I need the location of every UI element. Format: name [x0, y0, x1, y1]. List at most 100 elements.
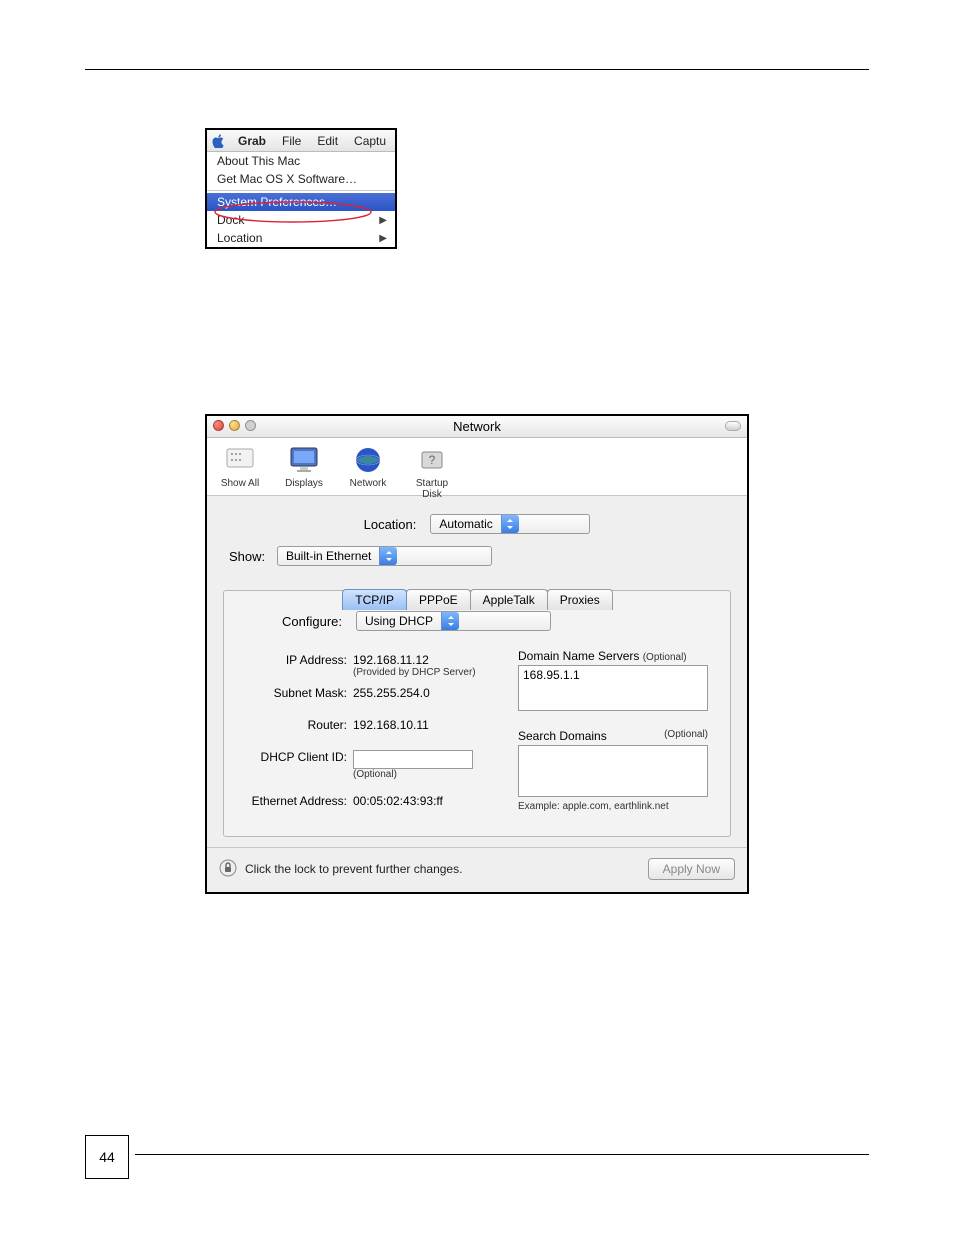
window-footer: Click the lock to prevent further change… — [207, 847, 747, 892]
chevron-updown-icon — [379, 547, 397, 565]
menubar: Grab File Edit Captu — [207, 130, 395, 152]
location-row: Location: Automatic — [217, 506, 737, 546]
ip-address-value: 192.168.11.12 — [353, 653, 476, 667]
toolbar-label: Network — [343, 478, 393, 489]
close-button[interactable] — [213, 420, 224, 431]
tab-appletalk[interactable]: AppleTalk — [470, 589, 548, 610]
router-value: 192.168.10.11 — [353, 718, 429, 732]
chevron-updown-icon — [501, 515, 519, 533]
page-number: 44 — [85, 1135, 129, 1179]
menu-separator — [207, 190, 395, 191]
select-value: Automatic — [439, 517, 492, 531]
menubar-item-capture[interactable]: Captu — [346, 134, 394, 148]
toolbar-show-all[interactable]: Show All — [215, 444, 265, 489]
apple-menu-figure: Grab File Edit Captu About This Mac Get … — [205, 128, 397, 249]
toolbar-label: Show All — [215, 478, 265, 489]
show-row: Show: Built-in Ethernet — [217, 546, 737, 576]
menu-about-this-mac[interactable]: About This Mac — [207, 152, 395, 170]
tcpip-panel: Configure: Using DHCP IP Address: 192.16… — [223, 590, 731, 837]
dhcp-client-id-input[interactable] — [353, 750, 473, 769]
ethernet-address-value: 00:05:02:43:93:ff — [353, 794, 443, 808]
show-label: Show: — [229, 549, 269, 564]
router-label: Router: — [238, 718, 353, 732]
network-preferences-window: Network Show All Displays Network ? St — [205, 414, 749, 894]
toolbar-toggle-button[interactable] — [725, 421, 741, 431]
dhcp-client-id-label: DHCP Client ID: — [238, 750, 353, 764]
menu-location[interactable]: Location ▶ — [207, 229, 395, 247]
ip-address-note: (Provided by DHCP Server) — [353, 667, 476, 678]
page-header-rule — [85, 40, 869, 70]
menubar-item-file[interactable]: File — [274, 134, 309, 148]
menu-item-label: Dock — [217, 213, 244, 227]
subnet-mask-row: Subnet Mask: 255.255.254.0 — [238, 682, 498, 704]
tab-pppoe[interactable]: PPPoE — [406, 589, 471, 610]
minimize-button[interactable] — [229, 420, 240, 431]
menu-item-label: Location — [217, 231, 262, 245]
apply-now-button[interactable]: Apply Now — [648, 858, 735, 880]
subnet-mask-label: Subnet Mask: — [238, 686, 353, 700]
tab-tcpip[interactable]: TCP/IP — [342, 589, 407, 610]
configure-select[interactable]: Using DHCP — [356, 611, 551, 631]
menu-system-preferences[interactable]: System Preferences… — [207, 193, 395, 211]
apple-menu-dropdown: About This Mac Get Mac OS X Software… Sy… — [207, 152, 395, 247]
menubar-item-edit[interactable]: Edit — [309, 134, 346, 148]
apple-logo-icon[interactable] — [212, 133, 226, 149]
left-column: IP Address: 192.168.11.12 (Provided by D… — [238, 649, 498, 812]
window-titlebar: Network — [207, 416, 747, 438]
menu-get-osx-software[interactable]: Get Mac OS X Software… — [207, 170, 395, 188]
ip-address-row: IP Address: 192.168.11.12 (Provided by D… — [238, 649, 498, 682]
select-value: Built-in Ethernet — [286, 549, 371, 563]
ethernet-address-label: Ethernet Address: — [238, 794, 353, 808]
toolbar-network[interactable]: Network — [343, 444, 393, 489]
subnet-mask-value: 255.255.254.0 — [353, 686, 430, 700]
search-domains-text: Search Domains — [518, 729, 607, 743]
lock-icon[interactable] — [219, 859, 237, 880]
chevron-right-icon: ▶ — [379, 215, 387, 226]
search-domains-optional-text: (Optional) — [664, 729, 708, 743]
tabs-container: TCP/IP PPPoE AppleTalk Proxies Configure… — [223, 590, 731, 837]
startup-disk-icon: ? — [416, 444, 448, 476]
router-row: Router: 192.168.10.11 — [238, 704, 498, 736]
right-column: Domain Name Servers (Optional) 168.95.1.… — [518, 649, 716, 812]
configure-label: Configure: — [278, 614, 348, 629]
lock-row: Click the lock to prevent further change… — [219, 859, 462, 880]
show-select[interactable]: Built-in Ethernet — [277, 546, 492, 566]
display-icon — [288, 444, 320, 476]
network-globe-icon — [352, 444, 384, 476]
tcpip-columns: IP Address: 192.168.11.12 (Provided by D… — [238, 649, 716, 812]
location-select[interactable]: Automatic — [430, 514, 590, 534]
select-value: Using DHCP — [365, 614, 433, 628]
tab-proxies[interactable]: Proxies — [547, 589, 613, 610]
dhcp-client-id-row: DHCP Client ID: (Optional) — [238, 736, 498, 784]
dns-label-text: Domain Name Servers — [518, 649, 639, 663]
chevron-updown-icon — [441, 612, 459, 630]
configure-row: Configure: Using DHCP — [238, 609, 716, 649]
lock-text: Click the lock to prevent further change… — [245, 862, 462, 876]
page-footer-rule — [135, 1154, 869, 1155]
dns-optional-text: (Optional) — [643, 652, 687, 663]
dhcp-client-id-note: (Optional) — [353, 769, 473, 780]
ip-address-label: IP Address: — [238, 653, 353, 667]
menu-dock[interactable]: Dock ▶ — [207, 211, 395, 229]
show-all-icon — [224, 444, 256, 476]
prefs-toolbar: Show All Displays Network ? Startup Disk — [207, 438, 747, 496]
content-area: Location: Automatic Show: Built-in Ether… — [207, 496, 747, 847]
tab-strip: TCP/IP PPPoE AppleTalk Proxies — [223, 588, 731, 609]
toolbar-displays[interactable]: Displays — [279, 444, 329, 489]
dns-servers-label: Domain Name Servers (Optional) — [518, 649, 716, 663]
zoom-button[interactable] — [245, 420, 256, 431]
window-controls — [213, 420, 256, 431]
chevron-right-icon: ▶ — [379, 233, 387, 244]
toolbar-label: Displays — [279, 478, 329, 489]
menu-item-label: Get Mac OS X Software… — [217, 172, 357, 186]
menu-item-label: System Preferences… — [217, 195, 337, 209]
toolbar-startup-disk[interactable]: ? Startup Disk — [407, 444, 457, 500]
ethernet-address-row: Ethernet Address: 00:05:02:43:93:ff — [238, 784, 498, 812]
menubar-item-grab[interactable]: Grab — [230, 134, 274, 148]
dns-servers-input[interactable]: 168.95.1.1 — [518, 665, 708, 711]
search-domains-label: Search Domains (Optional) — [518, 729, 708, 743]
svg-text:?: ? — [429, 453, 436, 467]
search-domains-input[interactable] — [518, 745, 708, 797]
toolbar-label: Startup Disk — [407, 478, 457, 500]
window-title: Network — [453, 419, 501, 434]
